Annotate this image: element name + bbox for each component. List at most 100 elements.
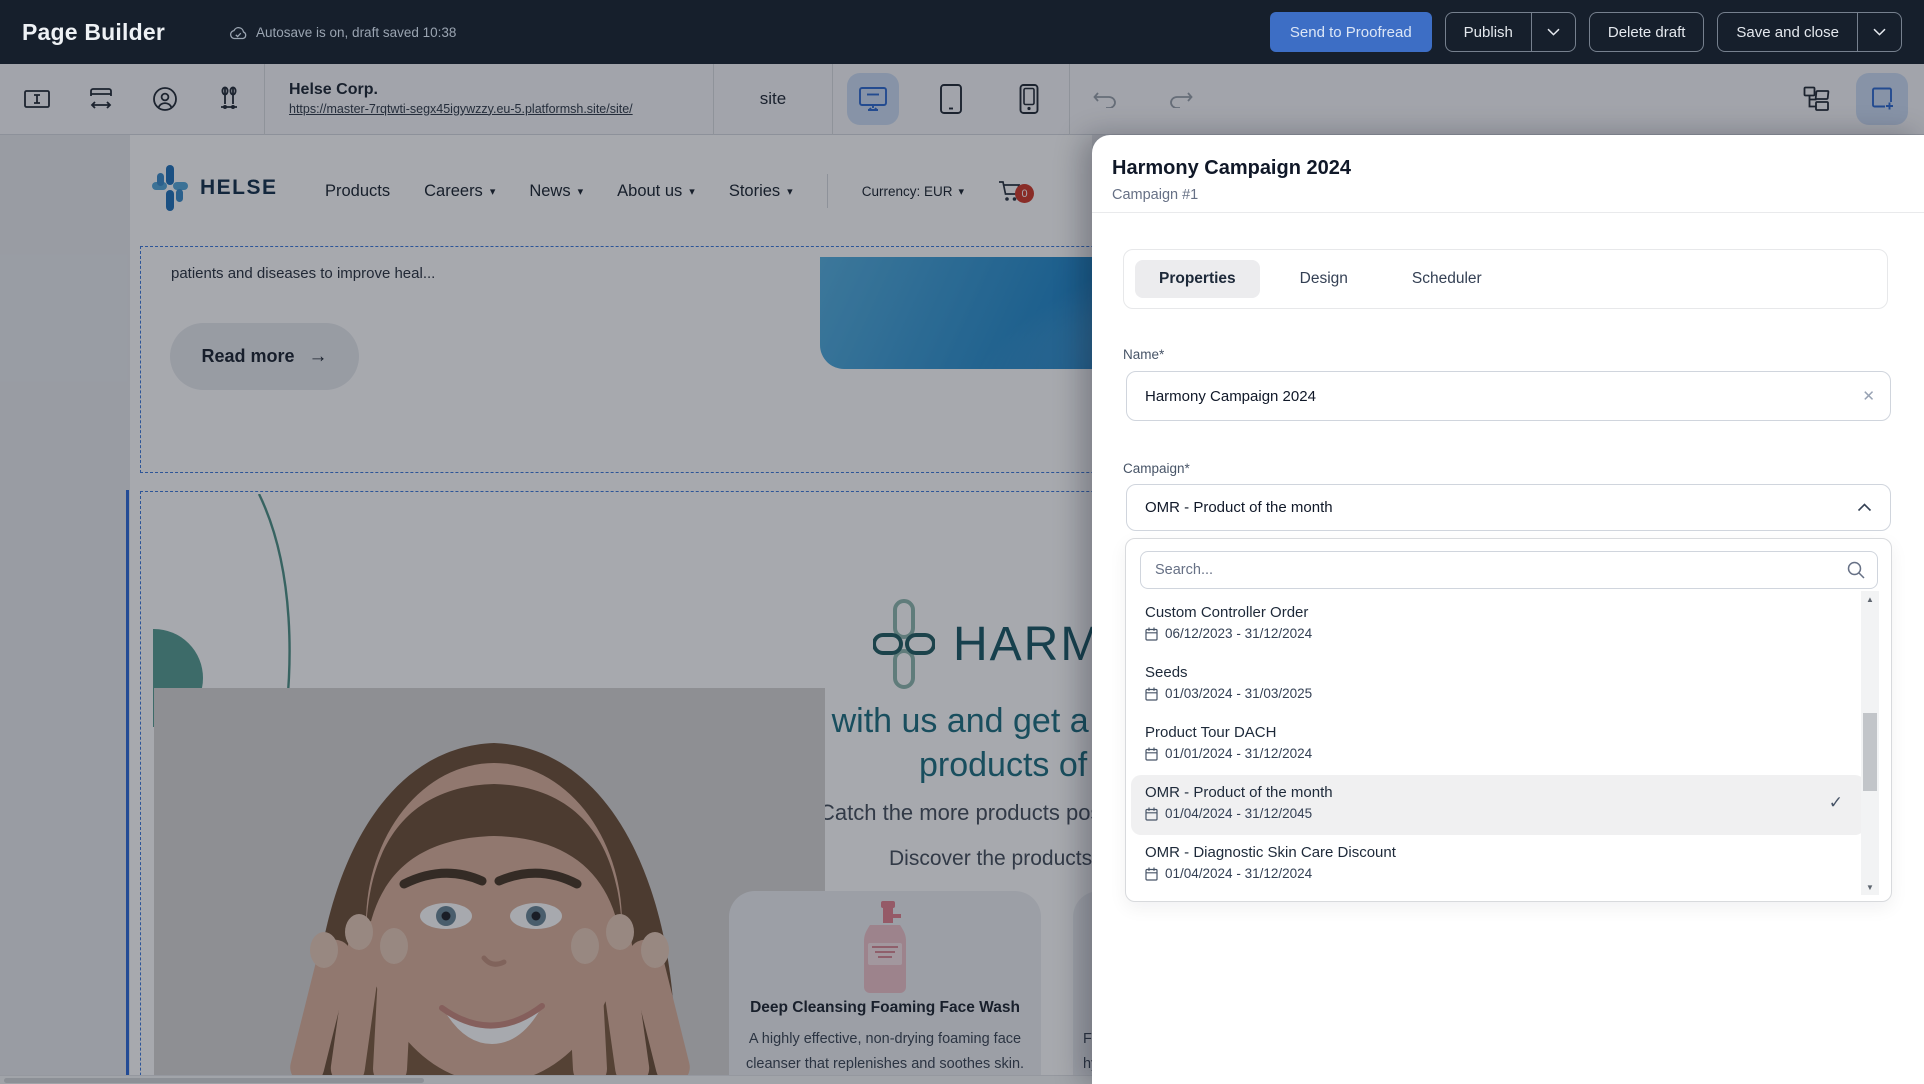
name-input[interactable]	[1126, 371, 1891, 421]
undo-button[interactable]	[1084, 78, 1126, 120]
site-nav: Products Careers▾ News▾ About us▾ Storie…	[325, 135, 1022, 247]
scroll-up-arrow[interactable]: ▲	[1861, 591, 1879, 607]
chevron-up-icon	[1857, 503, 1872, 512]
dropdown-search-input[interactable]	[1140, 551, 1878, 589]
tab-design[interactable]: Design	[1276, 260, 1372, 298]
device-preview-switcher	[847, 73, 1055, 125]
dropdown-search-wrap	[1140, 551, 1878, 589]
layout-swap-tool-button[interactable]	[80, 78, 122, 120]
cart-button[interactable]: 0	[998, 180, 1022, 202]
calendar-icon	[1145, 627, 1158, 641]
autosave-cloud-icon	[229, 25, 248, 40]
teaser-text: patients and diseases to improve heal...	[171, 265, 435, 282]
currency-selector[interactable]: Currency: EUR▾	[862, 184, 964, 199]
toolbar-divider	[713, 64, 714, 135]
selection-edge-guide	[126, 490, 129, 1084]
site-page: HELSE Products Careers▾ News▾ About us▾ …	[130, 135, 1092, 1084]
read-more-button[interactable]: Read more →	[170, 323, 359, 390]
page-tree-button[interactable]	[1796, 78, 1838, 120]
campaign-option-list: Custom Controller Order 06/12/2023 - 31/…	[1126, 595, 1871, 901]
publish-label[interactable]: Publish	[1446, 13, 1531, 51]
campaign-field-label: Campaign*	[1123, 461, 1190, 476]
teaser-section[interactable]: patients and diseases to improve heal...…	[140, 246, 1092, 473]
nav-products[interactable]: Products	[325, 182, 390, 201]
send-to-proofread-button[interactable]: Send to Proofread	[1270, 12, 1432, 52]
header-divider	[827, 174, 828, 208]
site-preview-canvas: HELSE Products Careers▾ News▾ About us▾ …	[0, 135, 1092, 1084]
save-dropdown-toggle[interactable]	[1857, 13, 1901, 51]
model-photo	[154, 688, 825, 1084]
name-field-label: Name*	[1123, 347, 1164, 362]
site-scope-label: site	[728, 89, 818, 109]
nav-careers[interactable]: Careers▾	[424, 182, 495, 201]
text-block-tool-button[interactable]	[16, 78, 58, 120]
text-block-icon	[24, 88, 50, 110]
site-url-link[interactable]: https://master-7rqtwti-segx45igywzzy.eu-…	[289, 102, 633, 116]
product-title: Deep Cleansing Foaming Face Wash	[729, 999, 1041, 1017]
helse-logo[interactable]: HELSE	[150, 165, 278, 211]
nav-about-us[interactable]: About us▾	[617, 182, 695, 201]
caret-down-icon: ▾	[578, 185, 584, 198]
horizontal-scrollbar-thumb[interactable]	[4, 1078, 424, 1083]
check-icon: ✓	[1829, 793, 1843, 813]
save-and-close-label[interactable]: Save and close	[1718, 13, 1857, 51]
product-card[interactable]: Fac hyd	[1073, 891, 1092, 1084]
option-custom-controller-order[interactable]: Custom Controller Order 06/12/2023 - 31/…	[1131, 595, 1865, 655]
tab-properties[interactable]: Properties	[1135, 260, 1260, 298]
clear-name-icon[interactable]: ✕	[1862, 387, 1875, 405]
caret-down-icon: ▾	[787, 185, 793, 198]
add-frame-icon	[1868, 85, 1896, 113]
name-field-wrap: ✕	[1126, 371, 1891, 421]
chevron-down-icon	[1873, 28, 1886, 36]
campaign-dropdown: Custom Controller Order 06/12/2023 - 31/…	[1125, 538, 1892, 902]
toolbar-left-tools	[16, 78, 250, 120]
horizontal-scrollbar[interactable]	[0, 1075, 1092, 1084]
tab-scheduler[interactable]: Scheduler	[1388, 260, 1506, 298]
publish-dropdown-toggle[interactable]	[1531, 13, 1575, 51]
account-tool-button[interactable]	[144, 78, 186, 120]
dropdown-scrollbar[interactable]: ▲ ▼	[1861, 591, 1879, 895]
navbar-actions: Send to Proofread Publish Delete draft S…	[1270, 12, 1902, 52]
toolbar-right-tools	[1796, 73, 1908, 125]
calendar-icon	[1145, 807, 1158, 821]
toolbar-divider	[832, 64, 833, 135]
desktop-preview-button[interactable]	[847, 73, 899, 125]
option-seeds[interactable]: Seeds 01/03/2024 - 31/03/2025	[1131, 655, 1865, 715]
hero-subline2: Discover the products	[889, 847, 1092, 871]
option-omr-diagnostic-skin-care-discount[interactable]: OMR - Diagnostic Skin Care Discount 01/0…	[1131, 835, 1865, 895]
scroll-down-arrow[interactable]: ▼	[1861, 879, 1879, 895]
product-description-partial: Fac hyd	[1083, 1027, 1092, 1078]
publish-button[interactable]: Publish	[1445, 12, 1576, 52]
delete-draft-button[interactable]: Delete draft	[1589, 12, 1705, 52]
mobile-preview-button[interactable]	[1003, 73, 1055, 125]
app-title: Page Builder	[22, 19, 165, 46]
nav-stories[interactable]: Stories▾	[729, 182, 793, 201]
caret-down-icon: ▾	[490, 185, 496, 198]
tablet-preview-button[interactable]	[925, 73, 977, 125]
nav-news[interactable]: News▾	[529, 182, 583, 201]
redo-button[interactable]	[1160, 78, 1202, 120]
product-card[interactable]: Deep Cleansing Foaming Face Wash A highl…	[729, 891, 1041, 1084]
harmony-hero-section[interactable]: HARM Play with us and get a chanc produc…	[140, 491, 1092, 1084]
campaign-settings-panel: Harmony Campaign 2024 Campaign #1 Proper…	[1092, 135, 1924, 1084]
toolbar-divider	[264, 64, 265, 135]
scrollbar-thumb[interactable]	[1863, 713, 1877, 791]
caret-down-icon: ▾	[958, 185, 964, 198]
panel-tabs: Properties Design Scheduler	[1123, 249, 1888, 309]
campaign-select[interactable]: OMR - Product of the month	[1126, 484, 1891, 531]
desktop-monitor-icon	[859, 86, 887, 112]
mobile-icon	[1019, 84, 1039, 114]
harmony-brand: HARM	[873, 599, 1092, 689]
redo-icon	[1168, 90, 1194, 108]
calendar-icon	[1145, 687, 1158, 701]
settings-sliders-button[interactable]	[208, 78, 250, 120]
option-omr-product-of-the-month[interactable]: OMR - Product of the month 01/04/2024 - …	[1131, 775, 1865, 835]
history-controls	[1084, 78, 1202, 120]
panel-divider	[1092, 212, 1924, 213]
save-and-close-button[interactable]: Save and close	[1717, 12, 1902, 52]
add-section-button[interactable]	[1856, 73, 1908, 125]
option-product-tour-dach[interactable]: Product Tour DACH 01/01/2024 - 31/12/202…	[1131, 715, 1865, 775]
calendar-icon	[1145, 747, 1158, 761]
site-name: Helse Corp.	[289, 81, 699, 99]
tree-hierarchy-icon	[1803, 86, 1831, 112]
